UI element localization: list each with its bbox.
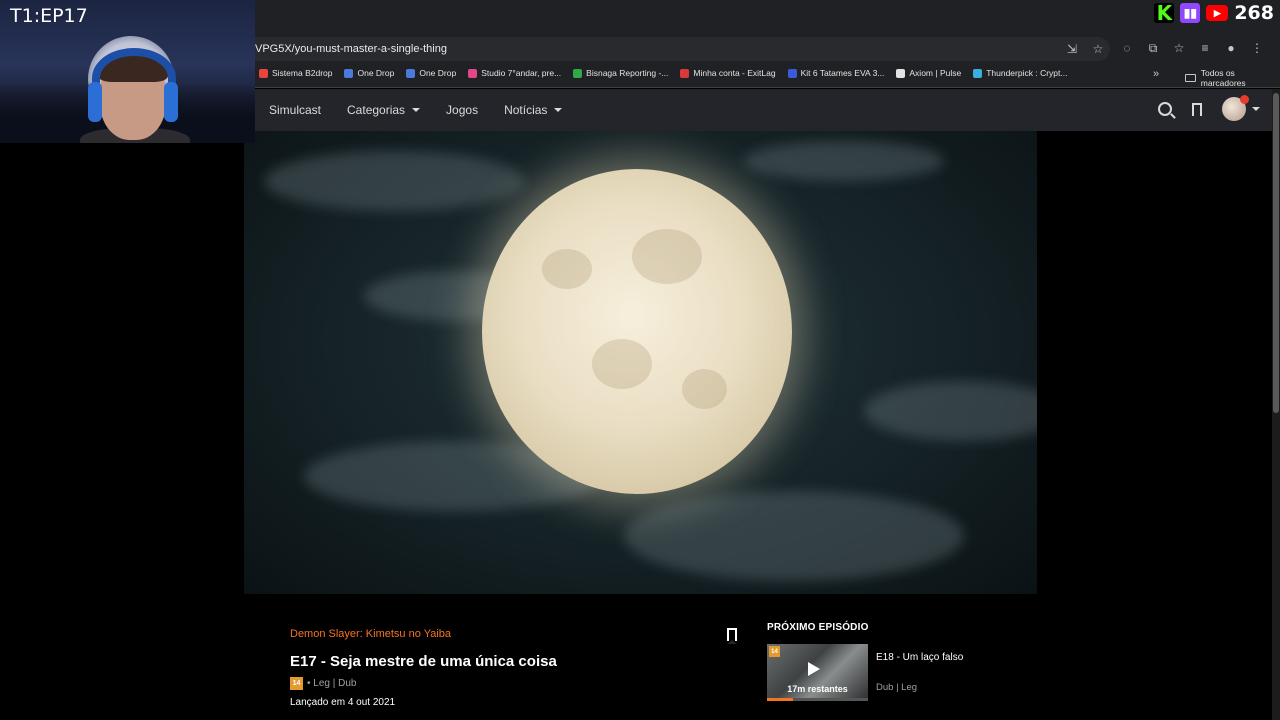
browser-titlebar xyxy=(255,0,1280,36)
bookmark-favicon-icon xyxy=(406,68,416,78)
bookmark-label: Thunderpick : Crypt... xyxy=(986,68,1068,78)
bookmark-item[interactable]: Bisnaga Reporting -... xyxy=(573,68,668,78)
star-icon[interactable]: ☆ xyxy=(1091,42,1105,56)
bookmark-item[interactable]: Studio 7°andar, pre... xyxy=(468,68,561,78)
next-episode-audio: Dub | Leg xyxy=(876,682,918,693)
add-to-watchlist-button[interactable] xyxy=(727,628,737,644)
nav-simulcast[interactable]: Simulcast xyxy=(269,103,321,117)
bookmarks-manager-icon[interactable]: ☆ xyxy=(1172,41,1186,55)
url-text: VPG5X/you-must-master-a-single-thing xyxy=(255,43,447,55)
viewer-counter: K ▮▮ ▶ 268 xyxy=(1154,1,1274,25)
media-control-icon[interactable]: ≡ xyxy=(1198,41,1212,55)
extensions-icon[interactable]: ⧉ xyxy=(1146,41,1160,55)
bookmarks-folder[interactable]: Todos os marcadores xyxy=(1185,68,1280,88)
main-nav: Simulcast Categorias Jogos Notícias xyxy=(269,103,563,117)
bookmark-label: One Drop xyxy=(357,68,395,78)
notification-dot xyxy=(1240,95,1249,104)
watch-progress-fill xyxy=(767,698,794,701)
bookmark-label: Studio 7°andar, pre... xyxy=(481,68,562,78)
next-episode-heading: PRÓXIMO EPISÓDIO xyxy=(767,622,869,633)
browser-toolbar: VPG5X/you-must-master-a-single-thing ⇲ ☆… xyxy=(255,36,1280,62)
cloud xyxy=(624,491,964,581)
crater xyxy=(682,369,727,409)
bookmark-item[interactable]: Axiom | Pulse xyxy=(896,68,961,78)
next-episode-thumbnail[interactable]: 14 17m restantes xyxy=(767,644,868,701)
bookmark-label: Bisnaga Reporting -... xyxy=(586,68,669,78)
bookmark-label: Minha conta - ExitLag xyxy=(693,68,776,78)
chevron-down-icon xyxy=(554,108,563,112)
nav-label: Simulcast xyxy=(269,103,322,117)
episode-tag: T1:EP17 xyxy=(10,5,88,27)
avatar[interactable] xyxy=(1222,95,1249,121)
episode-title: E17 - Seja mestre de uma única coisa xyxy=(290,653,557,670)
bookmarks-bar: Sistema B2drop One Drop One Drop Studio 7°a… xyxy=(255,62,1280,88)
nav-jogos[interactable]: Jogos xyxy=(446,103,478,117)
bookmark-item[interactable]: Kit 6 Tatames EVA 3... xyxy=(787,68,885,78)
crater xyxy=(632,229,702,284)
viewer-count: 268 xyxy=(1234,2,1274,24)
moon-image xyxy=(482,169,792,494)
sync-icon[interactable]: ◌ xyxy=(1120,41,1134,55)
bookmark-item[interactable]: One Drop xyxy=(344,68,394,78)
bookmark-favicon-icon xyxy=(680,68,690,78)
crater xyxy=(592,339,652,389)
episode-meta: 14 • Leg | Dub xyxy=(290,677,356,690)
age-rating-badge: 14 xyxy=(290,677,303,690)
bookmark-item[interactable]: Thunderpick : Crypt... xyxy=(973,68,1067,78)
bookmark-favicon-icon xyxy=(344,68,354,78)
nav-label: Jogos xyxy=(446,103,479,117)
cloud xyxy=(264,151,524,211)
bookmarks-overflow-icon[interactable]: » xyxy=(1153,68,1159,80)
bookmark-item[interactable]: Sistema B2drop xyxy=(259,68,332,78)
bookmark-favicon-icon xyxy=(573,68,583,78)
bookmark-favicon-icon xyxy=(259,68,268,78)
nav-noticias[interactable]: Notícias xyxy=(504,103,563,117)
account-menu[interactable] xyxy=(1222,95,1260,121)
more-menu-icon[interactable]: ⋮ xyxy=(1250,41,1264,55)
youtube-icon: ▶ xyxy=(1206,5,1229,21)
bookmark-favicon-icon xyxy=(787,68,797,78)
play-icon xyxy=(808,662,820,676)
folder-icon xyxy=(1185,74,1196,82)
watchlist-icon[interactable] xyxy=(1192,102,1202,119)
headset-earcup-right xyxy=(164,82,178,122)
series-link[interactable]: Demon Slayer: Kimetsu no Yaiba xyxy=(290,628,451,640)
next-episode-title[interactable]: E18 - Um laço falso xyxy=(876,652,963,663)
address-bar[interactable]: VPG5X/you-must-master-a-single-thing ⇲ ☆ xyxy=(255,37,1110,61)
time-remaining: 17m restantes xyxy=(787,684,848,694)
cloud xyxy=(744,141,944,181)
kick-icon: K xyxy=(1154,1,1175,25)
watch-progress-bar xyxy=(767,698,868,701)
bookmark-favicon-icon xyxy=(468,68,478,78)
bookmark-item[interactable]: Minha conta - ExitLag xyxy=(680,68,776,78)
bookmark-label: Axiom | Pulse xyxy=(909,68,962,78)
chevron-down-icon xyxy=(1252,107,1260,111)
nav-categorias[interactable]: Categorias xyxy=(347,103,421,117)
bookmark-item[interactable]: One Drop xyxy=(406,68,456,78)
headset-earcup-left xyxy=(88,82,102,122)
nav-label: Categorias xyxy=(347,103,406,117)
crater xyxy=(542,249,592,289)
bookmark-label: Kit 6 Tatames EVA 3... xyxy=(800,68,885,78)
bookmark-favicon-icon xyxy=(896,68,906,78)
scrollbar-thumb[interactable] xyxy=(1273,93,1279,413)
bookmark-label: Sistema B2drop xyxy=(272,68,333,78)
page-scrollbar[interactable] xyxy=(1272,89,1280,720)
nav-label: Notícias xyxy=(504,103,548,117)
bookmark-favicon-icon xyxy=(973,68,983,78)
release-date: Lançado em 4 out 2021 xyxy=(290,697,396,708)
install-app-icon[interactable]: ⇲ xyxy=(1065,42,1079,56)
profile-icon[interactable]: ● xyxy=(1224,41,1238,55)
video-player[interactable] xyxy=(244,131,1037,594)
bookmark-icon xyxy=(727,628,737,644)
site-header: Simulcast Categorias Jogos Notícias xyxy=(255,89,1272,131)
search-icon[interactable] xyxy=(1158,102,1172,116)
cloud xyxy=(864,381,1037,441)
chevron-down-icon xyxy=(412,108,421,112)
bookmarks-folder-label: Todos os marcadores xyxy=(1200,68,1246,88)
twitch-icon: ▮▮ xyxy=(1180,3,1201,23)
bookmark-label: One Drop xyxy=(419,68,457,78)
audio-options: • Leg | Dub xyxy=(307,678,357,689)
age-rating-badge: 14 xyxy=(769,646,780,657)
